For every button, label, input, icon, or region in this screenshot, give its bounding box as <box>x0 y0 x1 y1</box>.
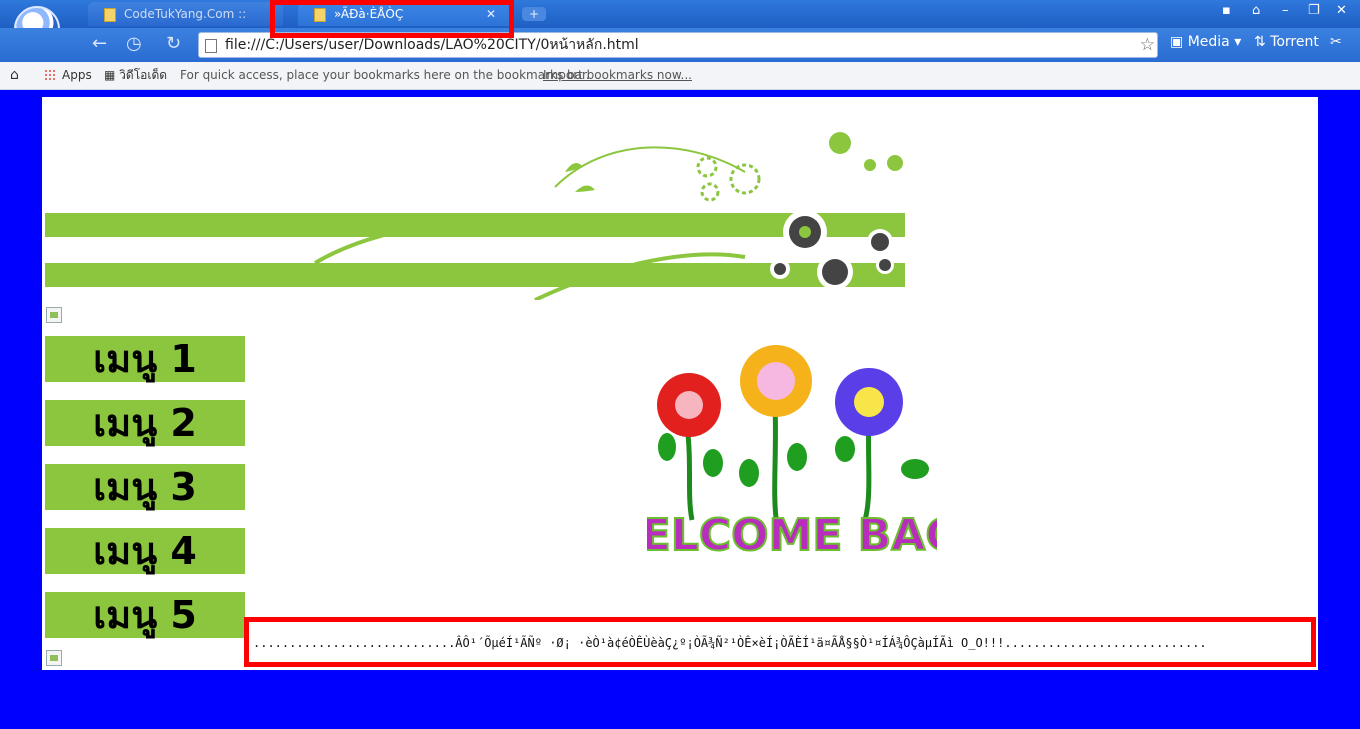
welcome-back-image: WELCOME BACK <box>647 345 937 562</box>
media-extension-button[interactable]: ▣ Media ▾ <box>1170 34 1241 50</box>
tab-highlight-box <box>270 0 514 38</box>
web-page: เมนู 1 เมนู 2 เมนู 3 เมนู 4 เมนู 5 WELCO… <box>42 97 1318 670</box>
menu-item-2[interactable]: เมนู 2 <box>45 400 245 446</box>
torrent-label: Torrent <box>1270 34 1319 50</box>
close-window-icon[interactable]: ✕ <box>1336 3 1347 18</box>
media-label: Media <box>1187 34 1230 50</box>
broken-image-icon <box>46 307 62 323</box>
torrent-extension-button[interactable]: ⇅ Torrent <box>1254 34 1319 50</box>
import-bookmarks-link[interactable]: Import bookmarks now... <box>543 62 692 88</box>
welcome-word: WELCOME BACK <box>647 510 937 561</box>
back-icon[interactable]: ← <box>92 33 107 54</box>
tools-icon[interactable]: ✂ <box>1330 34 1342 50</box>
menu-item-5[interactable]: เมนู 5 <box>45 592 245 638</box>
bookmark-star-icon[interactable]: ☆ <box>1140 33 1155 57</box>
apps-label: Apps <box>62 68 92 82</box>
navigation-bar: ← ◷ ↻ file:///C:/Users/user/Downloads/LA… <box>0 28 1360 62</box>
banner-graphic <box>45 132 905 300</box>
bookmarks-hint: For quick access, place your bookmarks h… <box>180 68 590 82</box>
menu-item-1[interactable]: เมนู 1 <box>45 336 245 382</box>
history-icon[interactable]: ◷ <box>126 33 142 54</box>
broken-image-icon <box>46 650 62 666</box>
minimize-icon[interactable]: – <box>1282 3 1289 18</box>
page-icon <box>205 39 217 53</box>
home-icon[interactable]: ⌂ <box>1252 3 1260 18</box>
marquee-text: ............................ÂÔ¹´ÕµéÍ¹ÃÑº… <box>253 636 1207 650</box>
tab-codetukyang[interactable]: CodeTukYang.Com :: รวมแ... <box>88 2 283 45</box>
new-tab-button[interactable]: + <box>522 7 546 21</box>
url-text: file:///C:/Users/user/Downloads/LAO%20CI… <box>225 37 639 53</box>
page-favicon-icon <box>104 8 116 22</box>
home-icon[interactable]: ⌂ <box>10 62 19 88</box>
menu-item-3[interactable]: เมนู 3 <box>45 464 245 510</box>
bookmark-video-label: วิดีโอเด็ด <box>119 68 168 82</box>
apps-shortcut[interactable]: Apps <box>44 62 92 88</box>
maximize-icon[interactable]: ❐ <box>1308 3 1320 18</box>
bookmarks-bar: ⌂ Apps ▦ วิดีโอเด็ด For quick access, pl… <box>0 62 1360 90</box>
chat-icon[interactable]: ▪ <box>1222 3 1231 18</box>
scrolling-marquee: ............................ÂÔ¹´ÕµéÍ¹ÃÑº… <box>244 617 1316 667</box>
apps-icon <box>44 69 56 81</box>
bookmark-video[interactable]: ▦ วิดีโอเด็ด <box>104 62 167 88</box>
browser-chrome: CodeTukYang.Com :: รวมแ... »ÃÐà·ÈÅÒÇ ✕ +… <box>0 0 1360 90</box>
reload-icon[interactable]: ↻ <box>166 33 181 54</box>
menu-item-4[interactable]: เมนู 4 <box>45 528 245 574</box>
